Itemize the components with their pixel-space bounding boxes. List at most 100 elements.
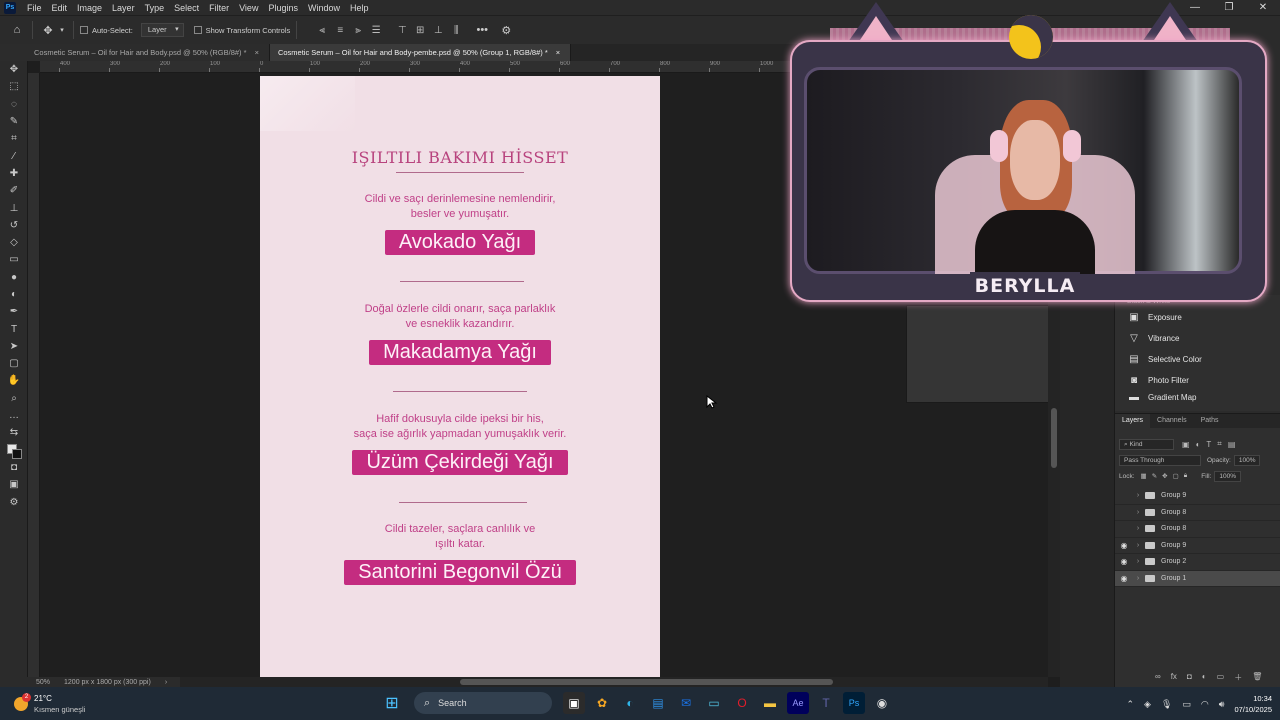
lock-pixels-icon[interactable]: ▦	[1141, 472, 1147, 480]
layer-row-selected[interactable]: ◉ › Group 1	[1115, 570, 1280, 587]
outlook-icon[interactable]: ✉	[675, 692, 697, 714]
document-canvas[interactable]: IŞILTILI BAKIMI HİSSET Cildi ve saçı der…	[260, 76, 660, 677]
adjustment-layer-icon[interactable]: ◐	[1202, 672, 1207, 683]
store-icon[interactable]: ▤	[647, 692, 669, 714]
after-effects-icon[interactable]: Ae	[787, 692, 809, 714]
align-left-icon[interactable]: ⫷	[315, 23, 329, 37]
chevron-right-icon[interactable]: ›	[1133, 509, 1143, 516]
chevron-right-icon[interactable]: ›	[1133, 558, 1143, 565]
filter-kind-select[interactable]: ⌕ Kind	[1119, 438, 1174, 450]
eyedropper-tool-icon[interactable]: ⁄	[0, 147, 28, 164]
filter-adjust-icon[interactable]: ◐	[1196, 440, 1201, 449]
tab-channels[interactable]: Channels	[1150, 414, 1194, 428]
menu-plugins[interactable]: Plugins	[263, 3, 303, 13]
chevron-right-icon[interactable]: ›	[165, 679, 167, 686]
menu-edit[interactable]: Edit	[47, 3, 73, 13]
chevron-up-icon[interactable]: ⌃	[1127, 699, 1135, 710]
opera-icon[interactable]: O	[731, 692, 753, 714]
chevron-right-icon[interactable]: ›	[1133, 525, 1143, 532]
eye-icon[interactable]: ◉	[1115, 541, 1133, 550]
show-transform-checkbox[interactable]: Show Transform Controls	[193, 26, 290, 35]
fill-input[interactable]: 100%	[1214, 470, 1241, 482]
blend-mode-select[interactable]: Pass Through	[1119, 454, 1201, 466]
weather-widget[interactable]: 2 21°C Kısmen güneşli	[8, 691, 88, 717]
lock-all-icon[interactable]: 🔒︎	[1184, 472, 1187, 480]
teams-icon[interactable]: T	[815, 692, 837, 714]
new-layer-icon[interactable]: ＋	[1234, 672, 1242, 683]
clock[interactable]: 10:34 07/10/2025	[1234, 693, 1272, 715]
lasso-tool-icon[interactable]: ◌	[0, 96, 28, 113]
align-right-icon[interactable]: ⫸	[351, 23, 365, 37]
layer-row[interactable]: › Group 8	[1115, 521, 1280, 538]
filter-shape-icon[interactable]: ⌗	[1217, 439, 1222, 449]
scrollbar-thumb[interactable]	[460, 679, 833, 685]
adj-item-photo-filter[interactable]: ◙ Photo Filter	[1115, 370, 1280, 391]
scrollbar-thumb[interactable]	[1051, 408, 1057, 468]
close-icon[interactable]: ✕	[1246, 0, 1280, 15]
menu-help[interactable]: Help	[345, 3, 374, 13]
background-color-icon[interactable]	[12, 448, 22, 459]
align-top-icon[interactable]: ⊤	[395, 23, 409, 37]
task-view-icon[interactable]: ▣	[563, 692, 585, 714]
move-tool-icon[interactable]: ✥	[0, 61, 28, 78]
lock-image-icon[interactable]: ✎	[1152, 472, 1157, 480]
crop-tool-icon[interactable]: ⌗	[0, 130, 28, 147]
distribute-vertical-icon[interactable]: ⫼	[449, 23, 463, 37]
display-icon[interactable]: ▭	[1182, 699, 1191, 710]
file-explorer-icon[interactable]: ▬	[759, 692, 781, 714]
chevron-right-icon[interactable]: ›	[1133, 542, 1143, 549]
menu-filter[interactable]: Filter	[204, 3, 234, 13]
quick-mask-icon[interactable]: ◘	[0, 459, 28, 476]
healing-brush-tool-icon[interactable]: ✚	[0, 165, 28, 182]
home-icon[interactable]: ⌂	[8, 21, 26, 39]
tab-close-icon[interactable]: ×	[556, 44, 560, 61]
checkbox-icon[interactable]	[193, 26, 202, 34]
microphone-icon[interactable]: 🎙︎	[1161, 699, 1172, 710]
layer-row[interactable]: › Group 9	[1115, 488, 1280, 505]
checkbox-icon[interactable]	[80, 26, 88, 34]
zoom-level[interactable]: 50%	[36, 679, 50, 686]
auto-select-checkbox[interactable]: Auto-Select:	[80, 26, 133, 35]
dodge-tool-icon[interactable]: ◐	[0, 286, 28, 303]
new-group-icon[interactable]: ▭	[1217, 672, 1225, 683]
align-bottom-icon[interactable]: ⊥	[431, 23, 445, 37]
wifi-icon[interactable]: ◠	[1201, 699, 1209, 710]
menu-type[interactable]: Type	[140, 3, 170, 13]
brush-tool-icon[interactable]: ✐	[0, 182, 28, 199]
adj-item-exposure[interactable]: ▣ Exposure	[1115, 307, 1280, 328]
network-icon[interactable]: ◈	[1144, 699, 1151, 710]
eye-icon[interactable]: ◉	[1115, 557, 1133, 566]
adj-item-selective-color[interactable]: ▤ Selective Color	[1115, 349, 1280, 370]
pen-tool-icon[interactable]: ✒	[0, 303, 28, 320]
layer-row[interactable]: ◉ › Group 2	[1115, 554, 1280, 571]
remote-desktop-icon[interactable]: ▭	[703, 692, 725, 714]
link-layers-icon[interactable]: ∞	[1155, 672, 1161, 683]
menu-file[interactable]: File	[22, 3, 47, 13]
layer-row[interactable]: › Group 8	[1115, 505, 1280, 521]
zoom-tool-icon[interactable]: ⌕	[0, 390, 28, 407]
menu-layer[interactable]: Layer	[107, 3, 140, 13]
adj-item-gradient-map[interactable]: ▬ Gradient Map	[1115, 391, 1280, 403]
taskbar-search[interactable]: ⌕ Search	[414, 692, 552, 714]
opacity-input[interactable]: 100%	[1233, 454, 1261, 466]
swap-colors-icon[interactable]: ⇆	[0, 424, 28, 441]
volume-icon[interactable]: 🔊︎	[1219, 699, 1225, 710]
tab-close-icon[interactable]: ×	[255, 44, 259, 61]
edit-toolbar-icon[interactable]: ⚙	[0, 493, 28, 510]
horizontal-scrollbar[interactable]	[180, 677, 1048, 687]
clone-stamp-tool-icon[interactable]: ⊥	[0, 199, 28, 216]
windows-start-icon[interactable]: ⊞	[381, 692, 403, 714]
distribute-icon[interactable]: ☰	[369, 23, 383, 37]
blur-tool-icon[interactable]: ●	[0, 269, 28, 286]
lock-artboard-icon[interactable]: ▢	[1173, 472, 1179, 480]
layer-dropdown[interactable]: Layer	[140, 23, 184, 37]
photoshop-icon[interactable]: Ps	[843, 692, 865, 714]
align-center-icon[interactable]: ≡	[333, 23, 347, 37]
chevron-down-icon[interactable]: ▾	[57, 21, 67, 39]
edge-icon[interactable]: ◐	[619, 692, 641, 714]
adj-item-vibrance[interactable]: ▽ Vibrance	[1115, 328, 1280, 349]
eye-icon[interactable]: ◉	[1115, 574, 1133, 583]
filter-type-icon[interactable]: T	[1206, 440, 1211, 449]
color-swatches-icon[interactable]	[0, 442, 28, 459]
tab-document-1[interactable]: Cosmetic Serum – Oil for Hair and Body.p…	[0, 44, 270, 61]
